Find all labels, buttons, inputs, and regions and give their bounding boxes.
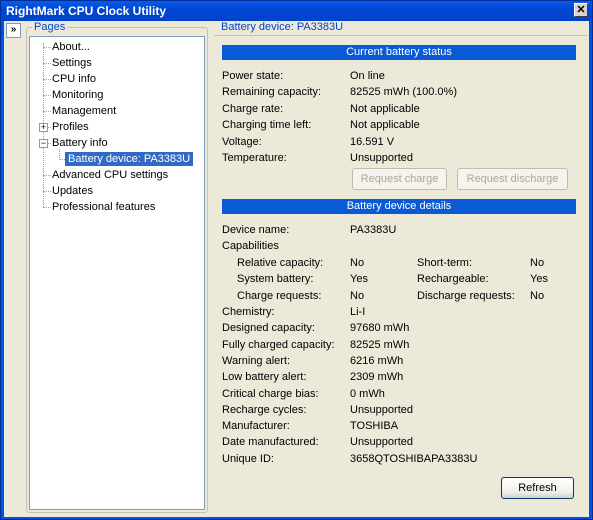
- expand-icon[interactable]: +: [39, 123, 48, 132]
- tree-line: [43, 47, 51, 48]
- detail-value: 2309 mWh: [350, 371, 404, 384]
- page-title: Battery device: PA3383U: [221, 21, 344, 33]
- status-label: Voltage:: [222, 135, 262, 148]
- detail-label: Designed capacity:: [222, 322, 315, 335]
- detail-value: Unsupported: [350, 403, 413, 416]
- status-label: Power state:: [222, 70, 284, 82]
- status-label: Charge rate:: [222, 102, 284, 115]
- capability-value: No: [530, 257, 545, 269]
- pages-legend: Pages: [32, 21, 68, 33]
- detail-label: Low battery alert:: [222, 371, 307, 384]
- capability-label: Discharge requests:: [417, 289, 515, 302]
- device-name-label: Device name:: [222, 224, 290, 236]
- request-charge-button[interactable]: Request charge: [352, 168, 447, 190]
- detail-label: Date manufactured:: [222, 436, 319, 449]
- status-value: Not applicable: [350, 102, 420, 115]
- tree-line: [43, 79, 51, 80]
- detail-label: Unique ID:: [222, 452, 274, 465]
- capability-label: Rechargeable:: [417, 273, 489, 286]
- tree-item[interactable]: Profiles: [52, 120, 89, 134]
- tree-line: [43, 63, 51, 64]
- detail-label: Manufacturer:: [222, 420, 290, 433]
- device-name-value: PA3383U: [350, 224, 397, 236]
- status-label: Temperature:: [222, 152, 287, 164]
- tree-item[interactable]: Professional features: [52, 200, 155, 214]
- status-value: On line: [350, 70, 385, 82]
- tree-line: [43, 207, 51, 208]
- detail-label: Fully charged capacity:: [222, 338, 335, 351]
- detail-value: Unsupported: [350, 436, 413, 449]
- detail-value: 6216 mWh: [350, 354, 404, 367]
- tree-item[interactable]: CPU info: [52, 72, 96, 86]
- window-title: RightMark CPU Clock Utility: [6, 4, 167, 18]
- pages-group: Pages About... Settings CPU info Monitoring…: [26, 21, 208, 513]
- app-window: RightMark CPU Clock Utility ✕ » Pages Ab…: [0, 0, 593, 520]
- status-label: Charging time left:: [222, 119, 312, 132]
- capability-value: No: [350, 289, 365, 302]
- capability-label: Relative capacity:: [237, 257, 324, 269]
- title-bar[interactable]: RightMark CPU Clock Utility ✕: [1, 1, 592, 21]
- detail-value: 3658QTOSHIBAPA3383U: [350, 452, 478, 465]
- tree-item[interactable]: Advanced CPU settings: [52, 168, 168, 182]
- detail-label: Warning alert:: [222, 354, 291, 367]
- detail-value: Li-I: [350, 306, 366, 318]
- status-label: Remaining capacity:: [222, 86, 322, 99]
- request-discharge-button[interactable]: Request discharge: [457, 168, 568, 190]
- details-header: Battery device details: [222, 199, 576, 214]
- detail-label: Recharge cycles:: [222, 403, 307, 416]
- status-header: Current battery status: [222, 45, 576, 60]
- client-area: » Pages About... Settings CPU info Monitori…: [4, 21, 589, 517]
- collapse-icon[interactable]: −: [39, 139, 48, 148]
- status-value: Not applicable: [350, 119, 420, 132]
- tree-item[interactable]: Monitoring: [52, 88, 103, 102]
- capability-value: No: [530, 289, 545, 302]
- detail-value: 82525 mWh: [350, 338, 410, 351]
- tree-item[interactable]: Updates: [52, 184, 93, 198]
- capability-label: System battery:: [237, 273, 314, 286]
- detail-label: Chemistry:: [222, 306, 275, 318]
- capability-value: Yes: [530, 273, 548, 286]
- collapse-pages-button[interactable]: »: [6, 23, 21, 38]
- tree-line: [43, 175, 51, 176]
- tree-item[interactable]: Management: [52, 104, 116, 118]
- tree-item[interactable]: Battery device: PA3383U: [65, 152, 194, 166]
- capability-value: No: [350, 257, 365, 269]
- refresh-button[interactable]: Refresh: [501, 477, 574, 499]
- detail-label: Critical charge bias:: [222, 387, 319, 400]
- tree-line: [43, 111, 51, 112]
- capability-label: Charge requests:: [237, 289, 322, 302]
- close-button[interactable]: ✕: [574, 3, 588, 17]
- capability-label: Short-term:: [417, 257, 473, 269]
- tree-item[interactable]: About...: [52, 40, 90, 54]
- capability-value: Yes: [350, 273, 368, 286]
- tree-item[interactable]: Battery info: [52, 136, 108, 150]
- capabilities-label: Capabilities: [222, 240, 279, 252]
- status-value: 16.591 V: [350, 135, 395, 148]
- detail-value: 0 mWh: [350, 387, 385, 400]
- tree-line: [43, 191, 51, 192]
- pages-tree[interactable]: About... Settings CPU info Monitoring Manage…: [29, 36, 205, 510]
- tree-line: [43, 95, 51, 96]
- status-value: 82525 mWh (100.0%): [350, 86, 457, 99]
- detail-value: 97680 mWh: [350, 322, 410, 335]
- status-value: Unsupported: [350, 152, 413, 164]
- tree-item[interactable]: Settings: [52, 56, 92, 70]
- detail-value: TOSHIBA: [350, 420, 399, 433]
